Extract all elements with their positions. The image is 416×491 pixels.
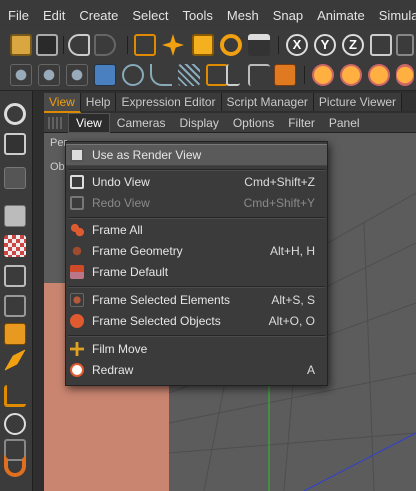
axis-z-toggle[interactable]: Z [342,34,364,56]
render-region-icon[interactable] [396,34,414,56]
film-camera-icon[interactable] [4,133,26,155]
axis-y-toggle[interactable]: Y [314,34,336,56]
menu-simulate[interactable]: Simulate [372,8,416,23]
redraw-icon [70,363,84,377]
panel-grip-icon[interactable] [48,116,64,129]
cube-primitive-icon[interactable] [94,64,116,86]
menu-edit[interactable]: Edit [36,8,72,23]
cube-icon[interactable] [4,205,26,227]
menu-animate[interactable]: Animate [310,8,372,23]
viewport-menu-view[interactable]: View [68,112,110,133]
frame-geometry-item[interactable]: Frame Geometry Alt+H, H [66,241,327,261]
menu-file[interactable]: File [0,8,36,23]
frame-selected-objects-icon [70,314,84,328]
points-cube-icon[interactable] [4,265,26,287]
z-axis-line [303,432,416,491]
grid-axis-icon[interactable] [226,64,240,86]
edges-cube-icon[interactable] [4,295,26,317]
snap-toggle-icon[interactable] [4,413,26,435]
main-toolbar: X Y Z [0,30,416,61]
viewport-menu-options[interactable]: Options [226,116,281,130]
viewport-menu-bar: View Cameras Display Options Filter Pane… [44,112,416,133]
film-move-icon [70,342,84,356]
camera-icon[interactable] [248,64,270,86]
tag-icon[interactable] [206,64,228,86]
menu-separator [68,169,325,171]
menu-separator [68,286,325,288]
viewport-menu-display[interactable]: Display [172,116,225,130]
open-file-icon[interactable] [10,34,32,56]
redo-icon[interactable] [94,34,116,56]
rotate-tool-icon[interactable] [220,34,242,56]
save-file-icon[interactable] [36,34,58,56]
use-as-render-view-item[interactable]: Use as Render View [66,144,327,166]
move-tool-icon[interactable] [162,34,184,56]
points-mode-icon[interactable] [368,64,390,86]
tab-picture-viewer[interactable]: Picture Viewer [313,93,403,111]
tab-view[interactable]: View [44,93,81,113]
frame-selected-elements-icon [70,293,84,307]
axis-x-toggle[interactable]: X [286,34,308,56]
viewport-menu-panel[interactable]: Panel [322,116,367,130]
redo-view-icon [70,196,84,210]
menu-mesh[interactable]: Mesh [220,8,266,23]
deformer-icon[interactable] [178,64,200,86]
frame-all-icon [70,223,84,237]
menu-bar: File Edit Create Select Tools Mesh Snap … [0,0,416,31]
viewport-menu-cameras[interactable]: Cameras [110,116,173,130]
gear-icon[interactable] [4,103,26,125]
tab-script-manager[interactable]: Script Manager [221,93,314,111]
uv-tweak-icon[interactable] [4,349,26,371]
redo-view-item[interactable]: Redo View Cmd+Shift+Y [66,193,327,213]
menu-snap[interactable]: Snap [266,8,310,23]
object-mode-icon[interactable] [340,64,362,86]
frame-geometry-icon [70,244,84,258]
axis-mode-icon[interactable] [4,385,26,407]
frame-default-item[interactable]: Frame Default [66,262,327,282]
menu-separator [68,217,325,219]
tab-help[interactable]: Help [80,93,117,111]
polygons-cube-icon[interactable] [4,323,26,345]
subdivision-icon[interactable] [122,64,144,86]
magnet-icon[interactable] [4,455,26,477]
scale-tool-icon[interactable] [192,34,214,56]
frame-selected-objects-item[interactable]: Frame Selected Objects Alt+O, O [66,311,327,331]
menu-separator [68,335,325,337]
film-move-item[interactable]: Film Move [66,339,327,359]
frame-all-item[interactable]: Frame All [66,220,327,240]
spline-icon[interactable] [150,64,172,86]
tab-expression-editor[interactable]: Expression Editor [116,93,222,111]
redraw-item[interactable]: Redraw A [66,360,327,380]
frame-selected-elements-item[interactable]: Frame Selected Elements Alt+S, S [66,290,327,310]
menu-select[interactable]: Select [125,8,175,23]
render-settings-icon[interactable] [66,64,88,86]
light-icon[interactable] [274,64,296,86]
edges-mode-icon[interactable] [396,64,414,86]
panel-tabs: View Help Expression Editor Script Manag… [44,93,416,113]
checker-cube-icon[interactable] [4,235,26,257]
menu-create[interactable]: Create [72,8,125,23]
undo-view-item[interactable]: Undo View Cmd+Shift+Z [66,172,327,192]
undo-icon[interactable] [68,34,90,56]
menu-tools[interactable]: Tools [176,8,220,23]
view-menu-dropdown: Use as Render View Undo View Cmd+Shift+Z… [65,141,328,386]
render-view-icon[interactable] [10,64,32,86]
undo-view-icon [70,175,84,189]
frame-default-icon [70,265,84,279]
selection-tool-icon[interactable] [134,34,156,56]
sculpt-icon[interactable] [4,167,26,189]
mode-toolbar [0,60,416,91]
viewport-object-label: Ob [50,161,65,173]
clapper-icon[interactable] [248,34,270,56]
render-view-icon [70,148,84,162]
coordinate-system-icon[interactable] [370,34,392,56]
left-palette [0,91,33,491]
viewport-menu-filter[interactable]: Filter [281,116,322,130]
model-mode-icon[interactable] [312,64,334,86]
render-picture-icon[interactable] [38,64,60,86]
